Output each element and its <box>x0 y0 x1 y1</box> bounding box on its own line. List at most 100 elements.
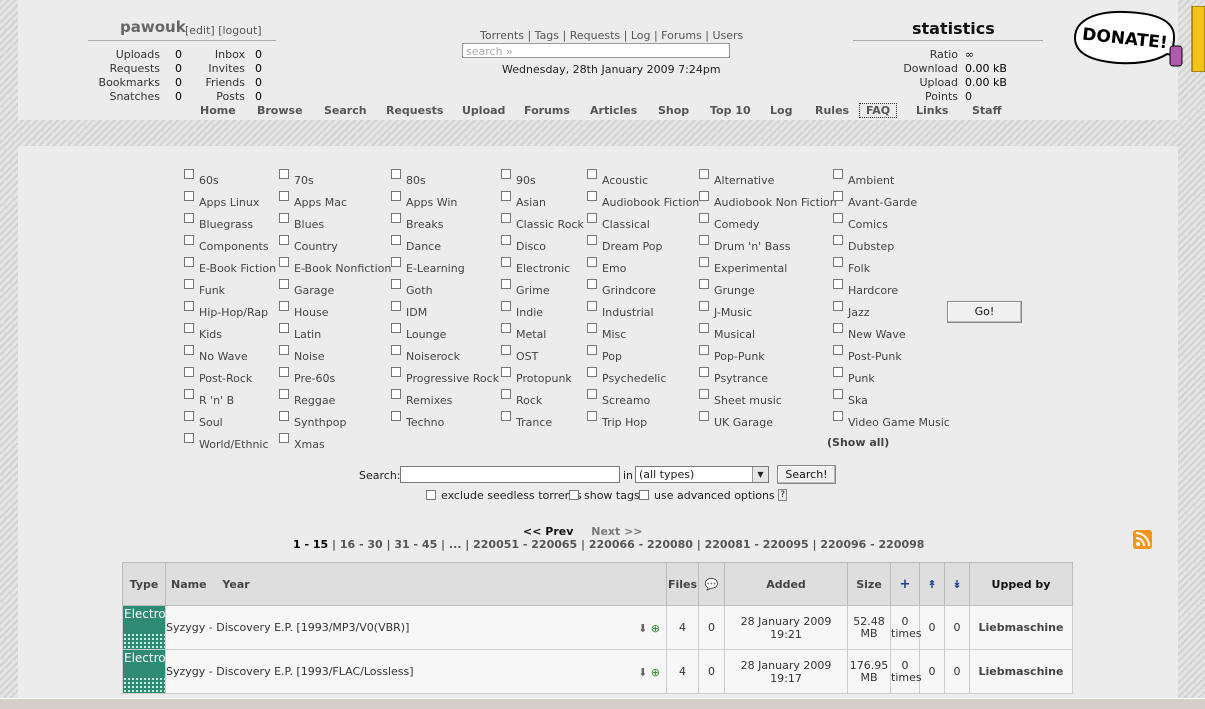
tag-checkbox[interactable] <box>833 169 843 179</box>
col-upped-by[interactable]: Upped by <box>969 562 1073 606</box>
username-link[interactable]: pawouk <box>120 18 186 36</box>
exclude-seedless-checkbox[interactable] <box>426 490 436 500</box>
torrent-name-link[interactable]: Syzygy - Discovery E.P. [1993/FLAC/Lossl… <box>166 665 414 678</box>
nav-staff[interactable]: Staff <box>972 104 1002 117</box>
top-links[interactable]: Torrents | Tags | Requests | Log | Forum… <box>480 29 743 42</box>
comments-cell[interactable]: 0 <box>698 605 725 650</box>
nav-shop[interactable]: Shop <box>658 104 689 117</box>
tag-checkbox[interactable] <box>279 169 289 179</box>
col-files[interactable]: Files <box>666 562 699 606</box>
stat-label-posts[interactable]: Posts <box>155 90 245 103</box>
tag-checkbox[interactable] <box>699 389 709 399</box>
tag-checkbox[interactable] <box>699 301 709 311</box>
tag-checkbox[interactable] <box>833 323 843 333</box>
download-icon[interactable]: ⬇ <box>638 622 647 635</box>
tag-checkbox[interactable] <box>391 411 401 421</box>
category-thumbnail[interactable]: Electronic <box>123 650 165 693</box>
tag-checkbox[interactable] <box>279 279 289 289</box>
help-icon[interactable]: ? <box>778 489 788 501</box>
bookmark-add-icon[interactable]: ⊕ <box>651 666 660 679</box>
tag-checkbox[interactable] <box>184 301 194 311</box>
tag-checkbox[interactable] <box>391 367 401 377</box>
tag-checkbox[interactable] <box>587 279 597 289</box>
tag-checkbox[interactable] <box>184 235 194 245</box>
tag-checkbox[interactable] <box>501 367 511 377</box>
tag-checkbox[interactable] <box>391 323 401 333</box>
tag-checkbox[interactable] <box>279 235 289 245</box>
tag-checkbox[interactable] <box>279 389 289 399</box>
tag-checkbox[interactable] <box>699 279 709 289</box>
advanced-checkbox[interactable] <box>639 490 649 500</box>
search-button[interactable]: Search! <box>777 465 836 484</box>
tag-checkbox[interactable] <box>279 367 289 377</box>
tag-checkbox[interactable] <box>184 191 194 201</box>
tag-checkbox[interactable] <box>184 345 194 355</box>
stat-label-friends[interactable]: Friends <box>155 76 245 89</box>
stat-label-inbox[interactable]: Inbox <box>155 48 245 61</box>
nav-home[interactable]: Home <box>200 104 236 117</box>
tag-checkbox[interactable] <box>587 235 597 245</box>
tag-checkbox[interactable] <box>699 411 709 421</box>
col-leechers[interactable]: ↡ <box>944 562 970 606</box>
comments-cell[interactable]: 0 <box>698 649 725 694</box>
tag-checkbox[interactable] <box>587 411 597 421</box>
tag-checkbox[interactable] <box>587 213 597 223</box>
tag-checkbox[interactable] <box>699 169 709 179</box>
nav-top10[interactable]: Top 10 <box>710 104 751 117</box>
tag-checkbox[interactable] <box>699 191 709 201</box>
tag-checkbox[interactable] <box>391 257 401 267</box>
stat-label-invites[interactable]: Invites <box>155 62 245 75</box>
category-thumbnail[interactable]: Electronic <box>123 606 165 649</box>
go-button[interactable]: Go! <box>947 301 1022 323</box>
tag-checkbox[interactable] <box>833 411 843 421</box>
tag-checkbox[interactable] <box>699 257 709 267</box>
col-snatched[interactable]: + <box>890 562 920 606</box>
tag-checkbox[interactable] <box>833 301 843 311</box>
tag-checkbox[interactable] <box>699 323 709 333</box>
tag-checkbox[interactable] <box>279 323 289 333</box>
nav-rules[interactable]: Rules <box>815 104 849 117</box>
torrent-name-link[interactable]: Syzygy - Discovery E.P. [1993/MP3/V0(VBR… <box>166 621 409 634</box>
logout-link[interactable]: [logout] <box>218 24 261 37</box>
tag-checkbox[interactable] <box>391 389 401 399</box>
nav-links[interactable]: Links <box>916 104 948 117</box>
exclude-seedless-option[interactable]: exclude seedless torrents <box>426 489 582 502</box>
nav-browse[interactable]: Browse <box>257 104 303 117</box>
tag-checkbox[interactable] <box>587 345 597 355</box>
type-select[interactable]: (all types) ▼ <box>635 466 769 483</box>
type-cell[interactable]: Electronic <box>122 649 166 694</box>
tag-checkbox[interactable] <box>699 213 709 223</box>
quick-search-input[interactable]: search » <box>462 43 730 58</box>
tag-checkbox[interactable] <box>501 301 511 311</box>
tag-checkbox[interactable] <box>833 235 843 245</box>
tag-checkbox[interactable] <box>279 345 289 355</box>
edit-profile-link[interactable]: [edit] <box>185 24 215 37</box>
tag-checkbox[interactable] <box>501 411 511 421</box>
rss-icon[interactable] <box>1133 530 1152 549</box>
tag-checkbox[interactable] <box>184 279 194 289</box>
tag-checkbox[interactable] <box>833 257 843 267</box>
tag-checkbox[interactable] <box>279 213 289 223</box>
tag-checkbox[interactable] <box>391 279 401 289</box>
show-tags-checkbox[interactable] <box>569 490 579 500</box>
advanced-option[interactable]: use advanced options ? <box>639 489 788 502</box>
tag-checkbox[interactable] <box>587 301 597 311</box>
tag-checkbox[interactable] <box>833 345 843 355</box>
search-input[interactable] <box>400 466 620 483</box>
tag-checkbox[interactable] <box>184 257 194 267</box>
col-size[interactable]: Size <box>847 562 891 606</box>
col-name-label[interactable]: Name <box>171 578 207 591</box>
tag-checkbox[interactable] <box>587 257 597 267</box>
tag-checkbox[interactable] <box>501 169 511 179</box>
col-year-label[interactable]: Year <box>222 578 249 591</box>
chevron-down-icon[interactable]: ▼ <box>752 467 768 482</box>
tag-checkbox[interactable] <box>587 367 597 377</box>
tag-checkbox[interactable] <box>279 433 289 443</box>
tag-checkbox[interactable] <box>587 389 597 399</box>
other-pages[interactable]: | 16 - 30 | 31 - 45 | ... | 220051 - 220… <box>328 538 924 551</box>
tag-checkbox[interactable] <box>184 323 194 333</box>
tag-checkbox[interactable] <box>391 345 401 355</box>
tag-checkbox[interactable] <box>501 279 511 289</box>
tag-checkbox[interactable] <box>833 191 843 201</box>
type-cell[interactable]: Electronic <box>122 605 166 650</box>
